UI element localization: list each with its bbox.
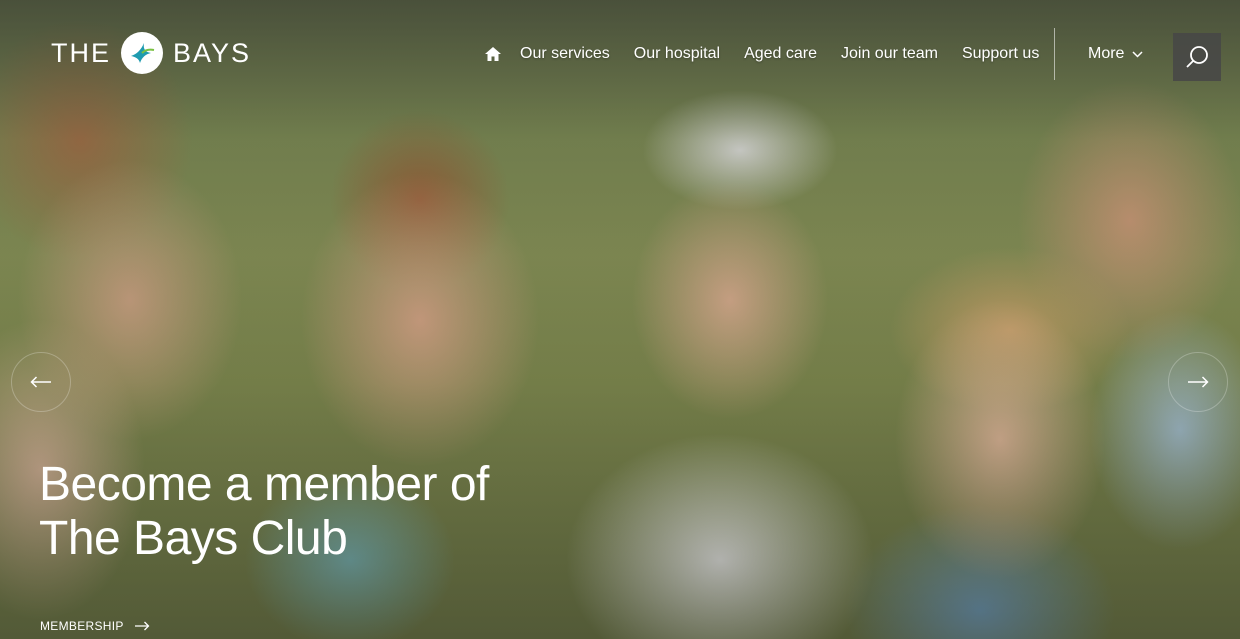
search-button[interactable] — [1173, 33, 1221, 81]
search-icon — [1186, 46, 1208, 68]
bird-logo-icon — [121, 32, 163, 74]
slider-next-button[interactable] — [1168, 352, 1228, 412]
slide-caption: Become a member of The Bays Club — [39, 458, 599, 566]
main-nav: Our services Our hospital Aged care Join… — [480, 28, 1143, 80]
home-icon[interactable] — [480, 28, 506, 80]
slide-headline: Become a member of The Bays Club — [39, 458, 599, 566]
nav-support-us[interactable]: Support us — [962, 45, 1039, 63]
arrow-right-icon — [134, 621, 150, 631]
arrow-right-icon — [1188, 376, 1209, 388]
arrow-left-icon — [30, 376, 51, 388]
membership-label: MEMBERSHIP — [40, 619, 124, 633]
logo-text-right: BAYS — [173, 37, 252, 68]
chevron-down-icon — [1132, 50, 1143, 58]
nav-join-our-team[interactable]: Join our team — [841, 45, 938, 63]
more-label: More — [1088, 45, 1125, 62]
logo-text-left: THE — [51, 37, 111, 68]
site-header: THE BAYS Our services Our hospital Aged … — [0, 0, 1240, 110]
membership-link[interactable]: MEMBERSHIP — [40, 619, 150, 633]
slider-prev-button[interactable] — [11, 352, 71, 412]
site-logo[interactable]: THE BAYS — [51, 31, 251, 75]
nav-our-hospital[interactable]: Our hospital — [634, 45, 720, 63]
slide-headline-line2: The Bays Club — [39, 512, 348, 565]
nav-aged-care[interactable]: Aged care — [744, 45, 817, 63]
nav-divider — [1054, 28, 1055, 80]
more-menu-button[interactable]: More — [1088, 28, 1143, 80]
slide-headline-line1: Become a member of — [39, 458, 489, 511]
nav-our-services[interactable]: Our services — [520, 45, 610, 63]
hero-slider: THE BAYS Our services Our hospital Aged … — [0, 0, 1240, 639]
